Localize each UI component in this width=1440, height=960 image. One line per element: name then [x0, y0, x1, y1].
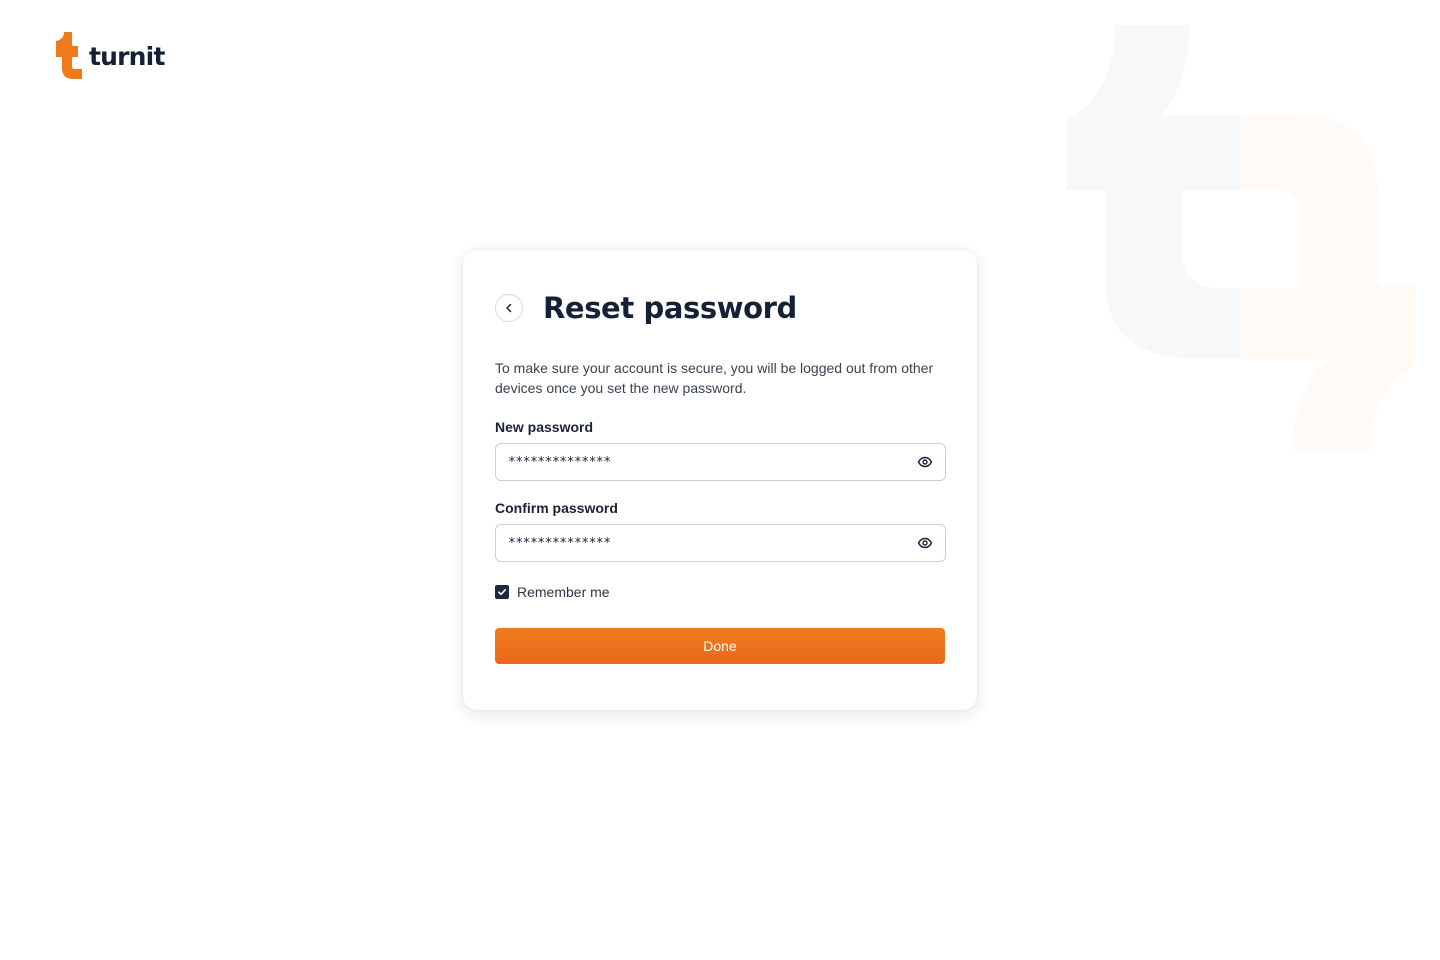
check-icon: [498, 589, 507, 596]
page-title: Reset password: [543, 291, 797, 325]
new-password-field: New password: [495, 418, 946, 481]
remember-me-row: Remember me: [495, 584, 945, 600]
new-password-input[interactable]: [496, 444, 945, 480]
confirm-password-input[interactable]: [496, 525, 945, 561]
eye-icon: [917, 456, 933, 468]
back-button[interactable]: [495, 294, 523, 322]
turnit-logo[interactable]: turnit: [56, 32, 165, 80]
new-password-label: New password: [495, 419, 594, 435]
show-confirm-password-button[interactable]: [915, 533, 935, 553]
show-new-password-button[interactable]: [915, 452, 935, 472]
chevron-left-icon: [506, 303, 512, 313]
confirm-password-input-wrapper: [495, 524, 946, 562]
done-button[interactable]: Done: [495, 628, 945, 664]
turnit-logo-mark-icon: [56, 32, 82, 79]
card-header: Reset password: [495, 282, 945, 334]
confirm-password-field: Confirm password: [495, 499, 946, 562]
confirm-password-label: Confirm password: [495, 500, 618, 516]
remember-me-checkbox[interactable]: [495, 585, 509, 599]
remember-me-label[interactable]: Remember me: [517, 584, 610, 600]
logo-wordmark: turnit: [89, 42, 165, 71]
reset-password-page: turnit Reset password To make sure your …: [0, 0, 1440, 960]
eye-icon: [917, 537, 933, 549]
reset-description: To make sure your account is secure, you…: [495, 360, 934, 396]
background-brand-mark: [1067, 25, 1415, 450]
new-password-input-wrapper: [495, 443, 946, 481]
reset-password-card: Reset password To make sure your account…: [463, 250, 977, 710]
